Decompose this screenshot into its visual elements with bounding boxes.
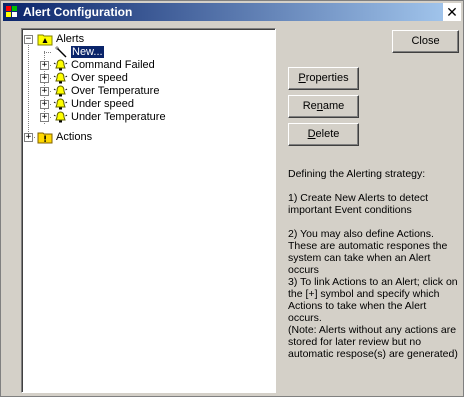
tree-label-alert: Over Temperature — [71, 85, 160, 97]
tree-node-over-temperature[interactable]: + Over Temperature — [22, 85, 272, 98]
close-button[interactable]: Close — [392, 30, 459, 53]
properties-button-label-end: roperties — [305, 72, 349, 84]
folder-alert-icon — [37, 34, 53, 46]
help-step-2: 2) You may also define Actions. These ar… — [288, 228, 448, 276]
app-icon — [6, 6, 17, 17]
tree-node-actions[interactable]: + Actions — [22, 131, 272, 144]
alert-tree[interactable]: − Alerts New... + Command Failed + Over … — [21, 28, 276, 393]
expand-toggle[interactable]: + — [40, 87, 49, 96]
expand-toggle[interactable]: + — [24, 133, 33, 142]
rename-button-label-start: Re — [302, 100, 317, 112]
tree-label-actions: Actions — [56, 131, 93, 143]
title-bar[interactable]: Alert Configuration ✕ — [3, 3, 461, 21]
expand-toggle[interactable]: + — [40, 61, 49, 70]
tree-label-alert: Over speed — [71, 72, 128, 84]
close-window-icon[interactable]: ✕ — [443, 3, 461, 21]
tree-node-alerts[interactable]: − Alerts — [22, 33, 272, 46]
alert-configuration-window: Alert Configuration ✕ − Alerts New... + … — [0, 0, 464, 397]
tree-label-alerts: Alerts — [56, 33, 85, 45]
help-heading: Defining the Alerting strategy: — [288, 168, 426, 180]
delete-button-label-end: elete — [315, 128, 340, 140]
rename-button-label-end: ame — [322, 100, 345, 112]
help-step-3: 3) To link Actions to an Alert; click on… — [288, 276, 458, 324]
delete-button[interactable]: Delete — [288, 123, 359, 146]
alert-bell-icon — [53, 59, 68, 71]
tree-label-alert: Command Failed — [71, 59, 155, 71]
help-step-1: 1) Create New Alerts to detect important… — [288, 192, 429, 216]
delete-button-accelerator: D — [307, 128, 316, 140]
alert-bell-icon — [53, 98, 68, 110]
alert-bell-icon — [53, 85, 68, 97]
tree-node-under-temperature[interactable]: + Under Temperature — [22, 111, 272, 124]
help-note: (Note: Alerts without any actions are st… — [288, 324, 458, 360]
expand-toggle[interactable]: + — [40, 100, 49, 109]
window-title: Alert Configuration — [23, 5, 133, 19]
tree-label-alert: Under speed — [71, 98, 134, 110]
wand-icon — [55, 46, 67, 58]
expand-toggle[interactable]: + — [40, 74, 49, 83]
alert-bell-icon — [53, 111, 68, 123]
folder-actions-icon — [37, 132, 53, 144]
rename-button[interactable]: Rename — [288, 95, 359, 118]
properties-button[interactable]: Properties — [288, 67, 359, 90]
tree-label-new: New... — [70, 45, 105, 59]
properties-button-accelerator: P — [298, 72, 306, 84]
tree-label-alert: Under Temperature — [71, 111, 166, 123]
collapse-toggle[interactable]: − — [24, 35, 33, 44]
tree-node-over-speed[interactable]: + Over speed — [22, 72, 272, 85]
expand-toggle[interactable]: + — [40, 113, 49, 122]
tree-node-command-failed[interactable]: + Command Failed — [22, 59, 272, 72]
alert-bell-icon — [53, 72, 68, 84]
tree-node-under-speed[interactable]: + Under speed — [22, 98, 272, 111]
tree-node-new[interactable]: New... — [22, 45, 272, 59]
